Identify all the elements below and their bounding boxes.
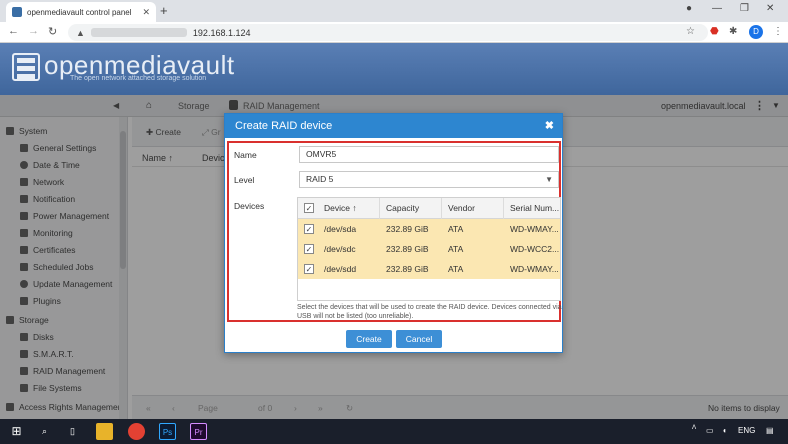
- serial-cell: WD-WCC2...: [510, 244, 560, 254]
- column-serial[interactable]: Serial Num...: [504, 198, 560, 219]
- back-icon[interactable]: ←: [8, 25, 19, 37]
- name-field[interactable]: OMVR5: [299, 146, 559, 163]
- row-checkbox[interactable]: ✓: [304, 244, 314, 254]
- table-row[interactable]: ✓ /dev/sdd 232.89 GiB ATA WD-WMAY...: [298, 259, 560, 279]
- vendor-cell: ATA: [448, 224, 464, 234]
- browser-tab[interactable]: openmediavault control panel ✕: [6, 2, 156, 22]
- column-device[interactable]: Device ↑: [318, 198, 380, 219]
- premiere-icon[interactable]: Pr: [190, 423, 207, 440]
- omv-favicon-icon: [12, 7, 22, 17]
- name-label: Name: [234, 150, 257, 160]
- select-all-checkbox[interactable]: ✓: [304, 203, 314, 213]
- column-device-label: Device: [324, 203, 350, 213]
- create-raid-dialog: Create RAID device ✖ Name OMVR5 Level RA…: [224, 113, 563, 353]
- restore-icon[interactable]: ❐: [740, 3, 749, 14]
- serial-cell: WD-WMAY...: [510, 224, 559, 234]
- dialog-title-text: Create RAID device: [235, 120, 333, 132]
- chrome-menu-icon[interactable]: ⋮: [773, 26, 783, 37]
- devices-label: Devices: [234, 201, 265, 211]
- language-indicator[interactable]: ENG: [738, 426, 755, 435]
- table-row[interactable]: ✓ /dev/sdc 232.89 GiB ATA WD-WCC2...: [298, 239, 560, 259]
- chevron-down-icon[interactable]: ▼: [545, 172, 553, 187]
- redacted-url: [90, 28, 187, 37]
- logo-subtitle: The open network attached storage soluti…: [70, 75, 207, 82]
- name-field-value: OMVR5: [306, 149, 337, 159]
- chrome-icon[interactable]: [128, 423, 145, 440]
- devices-grid-header: ✓ Device ↑ Capacity Vendor Serial Num...: [298, 198, 560, 219]
- capacity-cell: 232.89 GiB: [386, 244, 429, 254]
- reload-icon[interactable]: ↻: [48, 25, 57, 38]
- row-checkbox[interactable]: ✓: [304, 264, 314, 274]
- forward-icon[interactable]: →: [28, 25, 39, 37]
- url-text: 192.168.1.124: [192, 27, 251, 38]
- windows-taskbar: ⊞ ⌕ ▯ Ps Pr ᐱ ▭ ◖ ENG ▤: [0, 419, 788, 444]
- column-vendor[interactable]: Vendor: [442, 198, 504, 219]
- devices-hint: Select the devices that will be used to …: [297, 304, 562, 320]
- bookmark-star-icon[interactable]: ☆: [686, 26, 695, 37]
- tab-close-icon[interactable]: ✕: [142, 7, 150, 18]
- search-icon[interactable]: ⌕: [36, 423, 53, 440]
- table-row[interactable]: ✓ /dev/sda 232.89 GiB ATA WD-WMAY...: [298, 219, 560, 239]
- url-input[interactable]: ▲ 192.168.1.124: [68, 24, 708, 41]
- level-select-value: RAID 5: [306, 174, 334, 184]
- notifications-icon[interactable]: ▤: [766, 426, 774, 435]
- address-bar: ← → ↻ ▲ 192.168.1.124 ☆ ⬣ ✱ D ⋮: [0, 22, 788, 43]
- device-cell: /dev/sdc: [324, 244, 356, 254]
- highlight-box: Name OMVR5 Level RAID 5 ▼ Devices ✓ Devic…: [227, 141, 562, 322]
- windows-start-icon[interactable]: ⊞: [8, 423, 25, 440]
- create-raid-button[interactable]: Create: [346, 330, 392, 348]
- network-icon[interactable]: ▭: [706, 426, 714, 435]
- volume-icon[interactable]: ◖: [722, 426, 727, 435]
- row-checkbox[interactable]: ✓: [304, 224, 314, 234]
- browser-tab-strip: openmediavault control panel ✕ + ● — ❐ ✕: [0, 0, 788, 22]
- omv-header: openmediavault The open network attached…: [0, 43, 788, 95]
- device-cell: /dev/sda: [324, 224, 357, 234]
- level-select[interactable]: RAID 5 ▼: [299, 171, 559, 188]
- serial-cell: WD-WMAY...: [510, 264, 559, 274]
- window-close-icon[interactable]: ✕: [766, 3, 774, 14]
- dialog-title: Create RAID device: [225, 114, 562, 138]
- adblock-extension-icon[interactable]: ⬣: [710, 26, 719, 37]
- photoshop-icon[interactable]: Ps: [159, 423, 176, 440]
- omv-logo-icon: [12, 53, 40, 81]
- tray-overflow-icon[interactable]: ᐱ: [692, 424, 696, 431]
- level-label: Level: [234, 175, 255, 185]
- capacity-cell: 232.89 GiB: [386, 224, 429, 234]
- capacity-cell: 232.89 GiB: [386, 264, 429, 274]
- warning-icon: ▲: [76, 27, 85, 38]
- vendor-cell: ATA: [448, 244, 464, 254]
- tab-title: openmediavault control panel: [27, 7, 132, 17]
- file-explorer-icon[interactable]: [96, 423, 113, 440]
- close-icon[interactable]: ✖: [545, 119, 554, 132]
- vendor-cell: ATA: [448, 264, 464, 274]
- tab-search-icon[interactable]: ●: [686, 3, 692, 14]
- minimize-icon[interactable]: —: [712, 3, 722, 14]
- devices-grid: ✓ Device ↑ Capacity Vendor Serial Num...…: [297, 197, 561, 301]
- cancel-button[interactable]: Cancel: [396, 330, 442, 348]
- device-cell: /dev/sdd: [324, 264, 357, 274]
- extensions-icon[interactable]: ✱: [729, 26, 737, 37]
- column-capacity[interactable]: Capacity: [380, 198, 442, 219]
- new-tab-icon[interactable]: +: [160, 3, 168, 18]
- profile-avatar[interactable]: D: [749, 25, 763, 39]
- task-view-icon[interactable]: ▯: [64, 423, 81, 440]
